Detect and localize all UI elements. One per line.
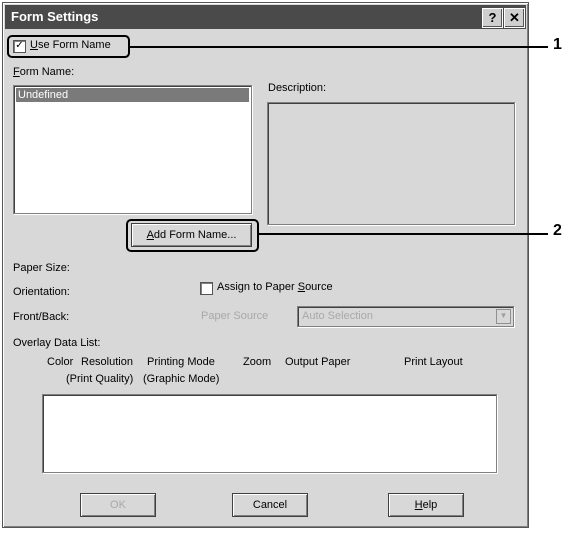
- close-icon[interactable]: ✕: [504, 8, 525, 28]
- description-box: [267, 102, 515, 225]
- callout-number-1: 1: [553, 36, 562, 53]
- col-print-layout: Print Layout: [404, 356, 463, 368]
- paper-size-label: Paper Size:: [13, 262, 70, 274]
- col-resolution: Resolution: [81, 356, 133, 368]
- callout-line-2: [257, 233, 548, 235]
- front-back-label: Front/Back:: [13, 311, 70, 323]
- callout-box-1: [7, 35, 130, 58]
- col-graphic-mode: (Graphic Mode): [143, 373, 220, 385]
- description-label: Description:: [268, 82, 327, 94]
- assign-paper-source-checkbox[interactable]: [200, 282, 213, 295]
- paper-source-value: Auto Selection: [302, 310, 373, 322]
- ok-button[interactable]: OK: [80, 493, 156, 517]
- form-name-label: Form Name:: [13, 66, 75, 78]
- col-color: Color: [47, 356, 74, 368]
- overlay-data-list-label: Overlay Data List:: [13, 337, 101, 349]
- chevron-down-icon[interactable]: ▼: [496, 309, 511, 324]
- list-item[interactable]: Undefined: [16, 88, 249, 102]
- window-title: Form Settings: [11, 9, 99, 24]
- callout-number-2: 2: [553, 222, 562, 239]
- callout-box-2: [126, 219, 259, 252]
- callout-line-1: [128, 46, 548, 48]
- help-button[interactable]: Help: [388, 493, 464, 517]
- col-zoom: Zoom: [243, 356, 272, 368]
- overlay-data-list[interactable]: [42, 394, 497, 473]
- cancel-button[interactable]: Cancel: [232, 493, 308, 517]
- paper-source-label: Paper Source: [201, 310, 269, 322]
- col-print-quality: (Print Quality): [66, 373, 134, 385]
- title-bar: Form Settings ? ✕: [5, 5, 526, 29]
- col-printing-mode: Printing Mode: [147, 356, 215, 368]
- help-title-button[interactable]: ?: [482, 8, 503, 28]
- paper-source-select[interactable]: Auto Selection ▼: [297, 306, 514, 327]
- assign-paper-source-label: Assign to Paper Source: [217, 281, 333, 293]
- orientation-label: Orientation:: [13, 286, 70, 298]
- form-name-list[interactable]: Undefined: [13, 85, 252, 214]
- col-output-paper: Output Paper: [285, 356, 351, 368]
